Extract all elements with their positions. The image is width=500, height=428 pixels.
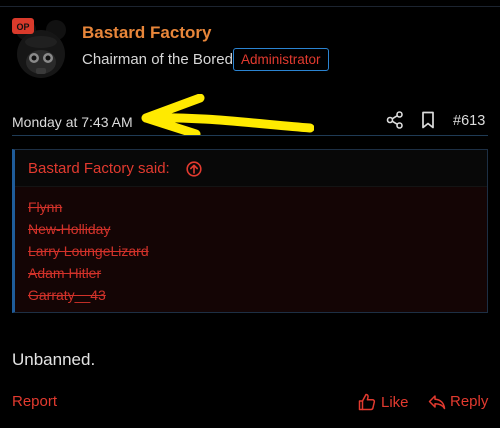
arrow-circle-up-icon[interactable] bbox=[186, 161, 202, 177]
op-badge-icon: OP bbox=[12, 18, 34, 34]
like-label: Like bbox=[381, 393, 409, 411]
like-button[interactable]: Like bbox=[358, 393, 409, 411]
reply-arrow-icon bbox=[428, 394, 446, 409]
bookmark-icon[interactable] bbox=[420, 111, 436, 129]
quote-line: Adam Hitler bbox=[28, 265, 102, 281]
avatar[interactable]: OP bbox=[12, 18, 70, 80]
post-date[interactable]: Monday at 7:43 AM bbox=[12, 114, 133, 130]
annotation-arrow-icon bbox=[141, 94, 314, 136]
quote-line: Larry LoungeLizard bbox=[28, 243, 149, 259]
quote-line: New-Holliday bbox=[28, 221, 111, 237]
post-message: Unbanned. bbox=[12, 350, 96, 369]
quote-author[interactable]: Bastard Factory said: bbox=[28, 160, 170, 177]
reply-label: Reply bbox=[450, 393, 489, 410]
header-divider bbox=[12, 135, 488, 136]
quote-line: Flynn bbox=[28, 199, 63, 215]
quote-block: Bastard Factory said: Flynn New-Holliday… bbox=[12, 149, 488, 313]
author-name[interactable]: Bastard Factory bbox=[82, 23, 211, 43]
share-icon[interactable] bbox=[386, 111, 404, 129]
quote-header[interactable]: Bastard Factory said: bbox=[15, 150, 487, 187]
op-badge-text: OP bbox=[16, 22, 29, 32]
report-link[interactable]: Report bbox=[12, 393, 57, 410]
post-number[interactable]: #613 bbox=[453, 113, 485, 129]
role-badge: Administrator bbox=[233, 48, 329, 71]
thumbs-up-icon bbox=[358, 393, 376, 411]
reply-button[interactable]: Reply bbox=[428, 393, 488, 410]
top-divider bbox=[0, 6, 500, 7]
quote-content: Flynn New-Holliday Larry LoungeLizard Ad… bbox=[15, 187, 487, 312]
author-title: Chairman of the Bored bbox=[82, 51, 233, 68]
quote-line: Garraty__43 bbox=[28, 287, 106, 303]
